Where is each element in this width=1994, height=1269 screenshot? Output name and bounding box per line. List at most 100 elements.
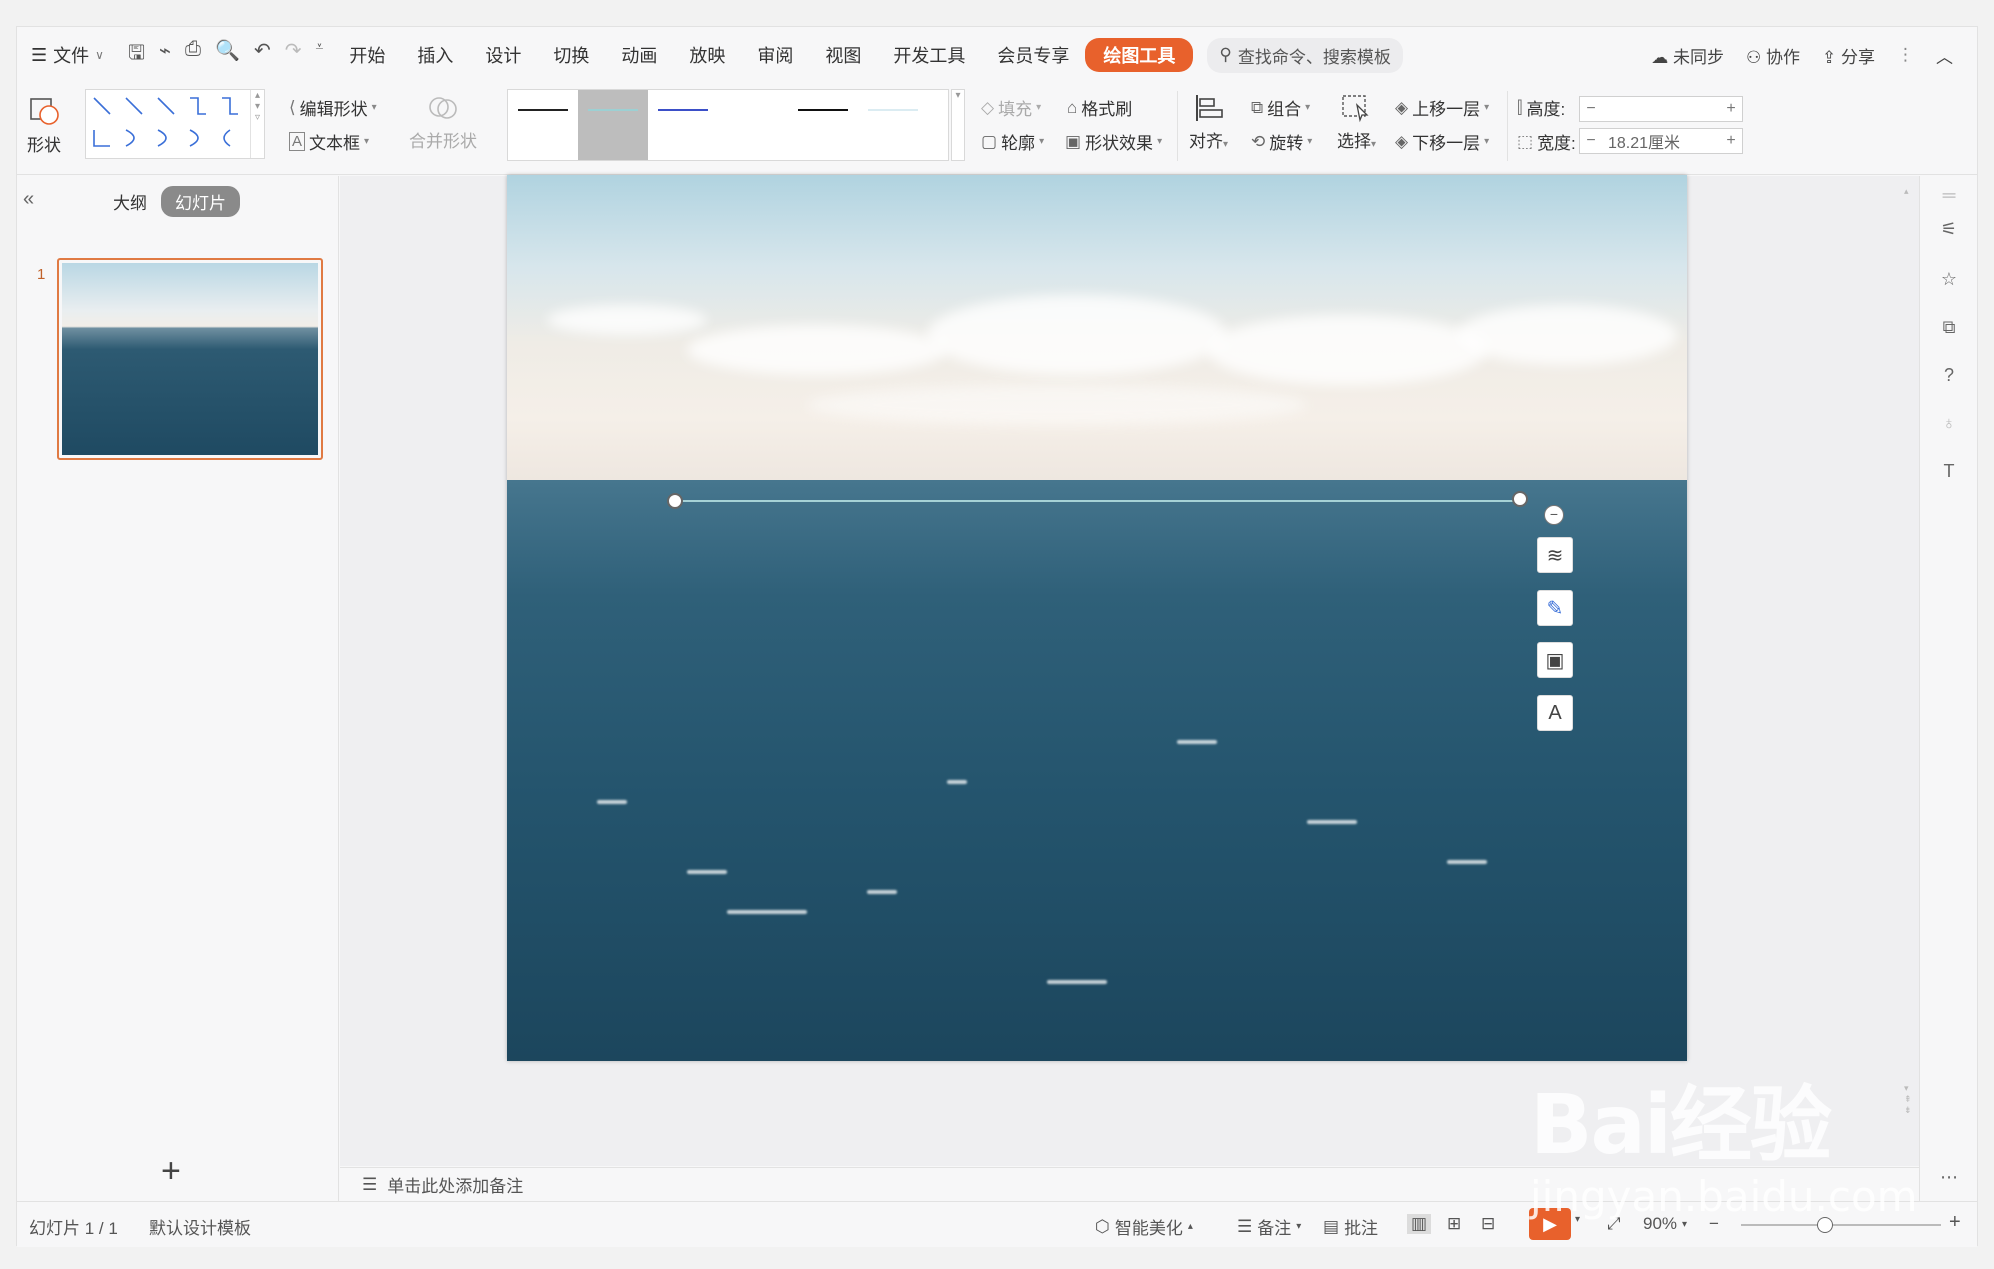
group-button[interactable]: ⧉ 组合 ▾ xyxy=(1251,95,1310,120)
collab-button[interactable]: ⚇ 协作 xyxy=(1746,43,1800,68)
vertical-scrollbar[interactable]: ▴ ▾ ⇞ ⇟ xyxy=(1904,186,1914,1146)
comment-icon: ▤ xyxy=(1323,1216,1340,1236)
slides-icon[interactable]: ⧉ xyxy=(1938,316,1960,338)
tab-design[interactable]: 设计 xyxy=(469,42,537,68)
tab-developer[interactable]: 开发工具 xyxy=(877,42,981,68)
collapse-float-icon[interactable]: − xyxy=(1544,505,1564,525)
style-float-button[interactable]: ✎ xyxy=(1537,590,1573,626)
layer-float-button[interactable]: ≋ xyxy=(1537,537,1573,573)
line-start-handle[interactable] xyxy=(667,493,683,509)
crop-float-button[interactable]: ▣ xyxy=(1537,642,1573,678)
tab-animation[interactable]: 动画 xyxy=(605,42,673,68)
format-painter-icon[interactable]: ⌁ xyxy=(159,38,171,72)
help-icon[interactable]: ? xyxy=(1938,364,1960,386)
tab-slides[interactable]: 幻灯片 xyxy=(161,186,240,217)
edit-shape-button[interactable]: ⟨ 编辑形状 ▾ xyxy=(289,95,377,120)
slide[interactable] xyxy=(507,175,1687,1061)
line-style-gallery[interactable] xyxy=(507,89,949,161)
star-icon[interactable]: ☆ xyxy=(1938,268,1960,290)
line-end-handle[interactable] xyxy=(1512,491,1528,507)
shape-button[interactable]: 形状 xyxy=(27,93,61,156)
width-increase-button[interactable]: + xyxy=(1720,132,1742,150)
dropdown-icon: ▾ xyxy=(1157,136,1163,147)
collapse-ribbon-icon[interactable]: ︿ xyxy=(1936,43,1953,68)
dropdown-icon: ▾ xyxy=(1484,102,1490,113)
tab-member[interactable]: 会员专享 xyxy=(981,42,1085,68)
format-painter-button[interactable]: ⌂ 格式刷 xyxy=(1067,95,1132,120)
height-increase-button[interactable]: + xyxy=(1720,100,1742,118)
text-float-button[interactable]: A xyxy=(1537,695,1573,731)
line-gallery-scroll[interactable]: ▾ xyxy=(951,89,965,161)
rotate-button[interactable]: ⟲ 旋转 ▾ xyxy=(1251,129,1312,154)
dropdown-icon: ▾ xyxy=(364,136,370,147)
smart-beautify-button[interactable]: ⬡ 智能美化 ▴ xyxy=(1095,1214,1193,1239)
shape-effect-button[interactable]: ▣ 形状效果 ▾ xyxy=(1065,129,1162,154)
width-input[interactable]: 18.21厘米 xyxy=(1602,129,1720,153)
bring-forward-button[interactable]: ◈ 上移一层 ▾ xyxy=(1395,95,1489,120)
more-options-icon[interactable]: ⋯ xyxy=(1938,1166,1960,1188)
dropdown-icon: ▾ xyxy=(371,102,377,113)
command-search[interactable]: ⚲ 查找命令、搜索模板 xyxy=(1207,37,1403,73)
width-decrease-button[interactable]: − xyxy=(1580,132,1602,150)
smart-beautify-label: 智能美化 xyxy=(1114,1219,1183,1238)
connector-gallery[interactable]: ▴ ▾ ▿ xyxy=(85,89,265,159)
align-button[interactable]: 对齐▾ xyxy=(1189,93,1228,152)
zoom-slider[interactable] xyxy=(1741,1217,1941,1233)
share-button[interactable]: ⇪ 分享 xyxy=(1822,43,1875,68)
tab-transition[interactable]: 切换 xyxy=(537,42,605,68)
height-spinner[interactable]: − + xyxy=(1579,96,1743,122)
collapse-panel-icon[interactable]: « xyxy=(23,188,34,211)
sorter-view-button[interactable]: ⊞ xyxy=(1447,1214,1461,1234)
width-label-group: ⬚ 宽度: xyxy=(1517,129,1576,154)
file-menu[interactable]: ☰ 文件 ∨ xyxy=(17,42,118,68)
send-backward-label: 下移一层 xyxy=(1412,134,1481,153)
fill-icon: ◇ xyxy=(981,97,995,117)
dropdown-icon: ▾ xyxy=(1039,136,1045,147)
tab-home[interactable]: 开始 xyxy=(333,42,401,68)
more-icon[interactable]: ⋮ xyxy=(1897,45,1914,65)
slide-number: 1 xyxy=(37,266,46,283)
merge-shape-button[interactable]: 合并形状 xyxy=(409,93,477,152)
notes-toggle-button[interactable]: ☰ 备注 ▾ xyxy=(1237,1214,1301,1239)
height-decrease-button[interactable]: − xyxy=(1580,100,1602,118)
slide-thumbnail[interactable] xyxy=(57,258,323,460)
add-slide-button[interactable]: + xyxy=(161,1152,181,1191)
zoom-in-button[interactable]: + xyxy=(1949,1211,1961,1234)
reading-view-button[interactable]: ⊟ xyxy=(1481,1214,1495,1234)
save-icon[interactable]: 🖫 xyxy=(128,38,145,72)
gallery-scroll[interactable]: ▴ ▾ ▿ xyxy=(250,90,264,158)
tab-insert[interactable]: 插入 xyxy=(401,42,469,68)
redo-icon[interactable]: ↷ xyxy=(285,38,302,72)
normal-view-button[interactable]: ▥ xyxy=(1407,1214,1432,1234)
sync-button[interactable]: ☁ 未同步 xyxy=(1651,43,1724,68)
comments-button[interactable]: ▤ 批注 xyxy=(1323,1214,1378,1239)
cloud-icon: ☁ xyxy=(1651,47,1669,67)
send-backward-button[interactable]: ◈ 下移一层 ▾ xyxy=(1395,129,1489,154)
properties-icon[interactable]: ⚟ xyxy=(1938,218,1960,240)
template-name[interactable]: 默认设计模板 xyxy=(149,1214,251,1239)
dropdown-icon: ▾ xyxy=(1305,102,1311,113)
height-icon: ⫿ xyxy=(1517,97,1523,117)
lightbulb-icon[interactable]: ♁ xyxy=(1938,412,1960,434)
tab-review[interactable]: 审阅 xyxy=(741,42,809,68)
customize-icon[interactable]: ⩡ xyxy=(315,38,323,72)
textbox-button[interactable]: A 文本框 ▾ xyxy=(289,129,369,154)
dropdown-icon: ▾ xyxy=(1296,1221,1302,1232)
text-style-icon: A xyxy=(1548,701,1562,724)
width-spinner[interactable]: − 18.21厘米 + xyxy=(1579,128,1743,154)
tab-view[interactable]: 视图 xyxy=(809,42,877,68)
undo-icon[interactable]: ↶ xyxy=(254,38,271,72)
outline-button[interactable]: ▢ 轮廓 ▾ xyxy=(981,129,1044,154)
textbox-label: 文本框 xyxy=(309,134,361,153)
fill-button[interactable]: ◇ 填充 ▾ xyxy=(981,95,1041,120)
text-icon[interactable]: T xyxy=(1938,460,1960,482)
print-preview-icon[interactable]: 🔍 xyxy=(215,38,240,72)
watermark-url: jingyan.baidu.com xyxy=(1530,1172,1918,1221)
tab-slideshow[interactable]: 放映 xyxy=(673,42,741,68)
line-shape[interactable] xyxy=(675,500,1520,502)
divider xyxy=(1507,91,1508,161)
tab-outline[interactable]: 大纲 xyxy=(113,189,147,214)
print-icon[interactable]: ⎙ xyxy=(185,38,201,72)
select-button[interactable]: 选择▾ xyxy=(1337,93,1376,152)
tab-drawing-tools[interactable]: 绘图工具 xyxy=(1085,38,1194,72)
